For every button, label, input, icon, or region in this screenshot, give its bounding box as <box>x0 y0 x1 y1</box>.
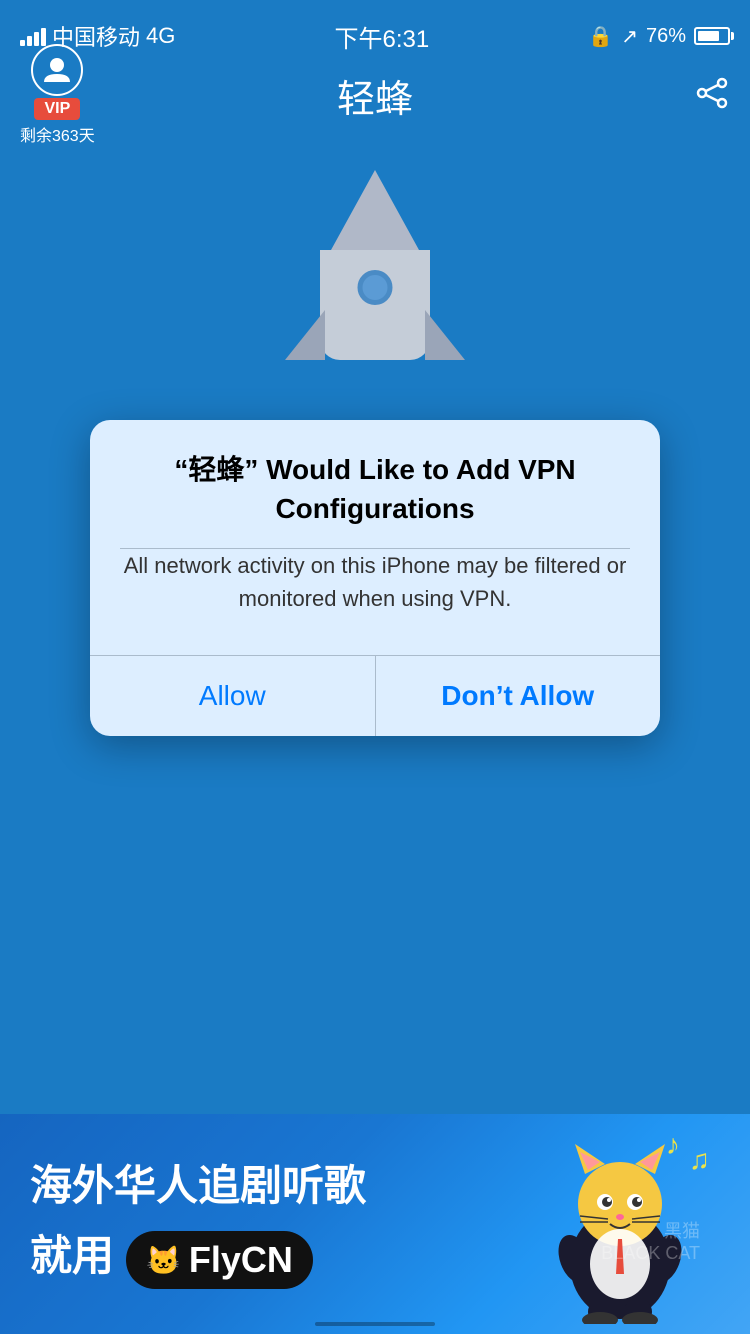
rocket-fin-right <box>425 310 465 360</box>
music-note-1: ♪ <box>666 1129 680 1161</box>
app-title: 轻蜂 <box>337 68 413 123</box>
status-right: 🔒 ↗ 76% <box>588 24 730 49</box>
ad-text-container: 海外华人追剧听歌 就用 🐱 FlyCN <box>30 1159 520 1290</box>
music-note-2: ♫ <box>689 1144 710 1176</box>
watermark-line2: BLACK CAT <box>601 1243 700 1264</box>
watermark-line1: 黑猫 <box>601 1217 700 1243</box>
share-button[interactable] <box>694 75 730 116</box>
battery-fill <box>698 31 719 41</box>
ad-banner[interactable]: 海外华人追剧听歌 就用 🐱 FlyCN ♪ ♫ <box>0 1114 750 1334</box>
avatar <box>31 44 83 96</box>
ad-character: ♪ ♫ <box>520 1124 720 1324</box>
alert-title: “轻蜂” Would Like to Add VPN Configuration… <box>120 450 630 528</box>
alert-content: “轻蜂” Would Like to Add VPN Configuration… <box>90 420 660 635</box>
network-label: 4G <box>146 23 175 49</box>
rocket-body <box>320 170 430 360</box>
battery-percent: 76% <box>646 25 686 48</box>
rocket-window <box>358 270 393 305</box>
ad-line-1: 海外华人追剧听歌 <box>30 1159 520 1214</box>
ad-logo: 🐱 FlyCN <box>126 1231 313 1289</box>
allow-button[interactable]: Allow <box>90 656 375 736</box>
rocket-illustration <box>275 150 475 380</box>
ad-logo-text: FlyCN <box>189 1239 293 1281</box>
vpn-alert-dialog: “轻蜂” Would Like to Add VPN Configuration… <box>90 420 660 736</box>
ad-line-2: 就用 <box>30 1229 114 1284</box>
main-content: “轻蜂” Would Like to Add VPN Configuration… <box>0 130 750 680</box>
rocket-main <box>320 250 430 360</box>
location-icon: ↗ <box>621 24 638 49</box>
battery-icon <box>694 27 730 45</box>
home-indicator <box>315 1322 435 1326</box>
lock-icon: 🔒 <box>588 24 613 49</box>
vip-badge: VIP <box>34 98 80 120</box>
ad-logo-icon: 🐱 <box>146 1244 181 1277</box>
watermark: 黑猫 BLACK CAT <box>601 1217 700 1264</box>
status-time: 下午6:31 <box>334 19 429 54</box>
app-header: VIP 剩余363天 轻蜂 <box>0 60 750 130</box>
dont-allow-button[interactable]: Don’t Allow <box>375 656 661 736</box>
rocket-fin-left <box>285 310 325 360</box>
signal-bars <box>20 26 46 46</box>
alert-message: All network activity on this iPhone may … <box>120 549 630 615</box>
alert-buttons: Allow Don’t Allow <box>90 656 660 736</box>
status-bar: 中国移动 4G 下午6:31 🔒 ↗ 76% <box>0 0 750 60</box>
